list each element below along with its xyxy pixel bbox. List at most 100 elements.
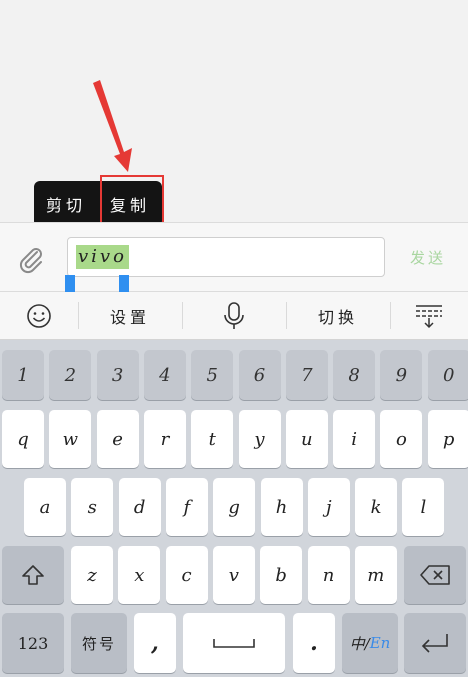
key-b[interactable]: b <box>260 546 303 604</box>
numeric-switch-key[interactable]: 123 <box>2 613 64 673</box>
key-x-label: x <box>134 564 145 586</box>
keyboard-collapse-icon <box>416 304 442 328</box>
enter-icon <box>421 634 448 653</box>
key-r-label: r <box>160 428 170 450</box>
space-key[interactable] <box>183 613 285 673</box>
key-7[interactable]: 7 <box>285 350 328 400</box>
key-f-label: f <box>183 496 191 518</box>
key-g-label: g <box>228 496 240 518</box>
key-d-label: d <box>133 496 146 518</box>
key-r[interactable]: r <box>143 410 186 468</box>
cut-button[interactable]: 剪切 <box>34 181 98 227</box>
key-0-label: 0 <box>442 364 455 386</box>
key-j-label: j <box>326 496 332 518</box>
key-l-label: l <box>420 496 427 518</box>
key-8-label: 8 <box>348 364 360 386</box>
key-l[interactable]: l <box>402 478 445 536</box>
key-4[interactable]: 4 <box>143 350 186 400</box>
key-m-label: m <box>367 564 385 586</box>
key-f[interactable]: f <box>165 478 208 536</box>
key-t-label: t <box>208 428 216 450</box>
key-3[interactable]: 3 <box>96 350 139 400</box>
key-v[interactable]: v <box>212 546 255 604</box>
key-v-label: v <box>228 564 239 586</box>
backspace-icon <box>420 565 450 585</box>
key-i[interactable]: i <box>333 410 376 468</box>
settings-button[interactable]: 设置 <box>78 292 182 339</box>
key-g[interactable]: g <box>213 478 256 536</box>
key-6-label: 6 <box>253 364 266 386</box>
key-u-label: u <box>301 428 313 450</box>
key-k[interactable]: k <box>355 478 398 536</box>
key-n[interactable]: n <box>307 546 350 604</box>
key-a-label: a <box>39 496 51 518</box>
symbols-key-label: 符号 <box>81 634 116 653</box>
key-x[interactable]: x <box>118 546 161 604</box>
copy-highlight-box <box>100 175 164 228</box>
key-d[interactable]: d <box>118 478 161 536</box>
language-switch-key[interactable]: 中/En <box>342 613 398 673</box>
enter-key[interactable] <box>404 613 466 673</box>
key-8[interactable]: 8 <box>333 350 376 400</box>
key-c[interactable]: c <box>165 546 208 604</box>
key-6[interactable]: 6 <box>238 350 281 400</box>
key-p-label: p <box>442 428 455 450</box>
key-q-label: q <box>17 428 29 450</box>
period-key-label: . <box>310 630 318 656</box>
key-3-label: 3 <box>111 364 124 386</box>
selected-text[interactable]: vivo <box>76 245 129 269</box>
key-h-label: h <box>275 496 288 518</box>
key-c-label: c <box>181 564 192 586</box>
key-y[interactable]: y <box>238 410 281 468</box>
microphone-icon <box>224 301 244 329</box>
key-5[interactable]: 5 <box>191 350 234 400</box>
emoji-button[interactable] <box>0 292 78 339</box>
key-e[interactable]: e <box>96 410 139 468</box>
key-m[interactable]: m <box>354 546 397 604</box>
space-icon <box>213 639 255 648</box>
key-a[interactable]: a <box>24 478 66 536</box>
language-en-label: En <box>369 634 391 652</box>
key-s[interactable]: s <box>71 478 114 536</box>
key-u[interactable]: u <box>285 410 328 468</box>
language-switch-key-label: 中/ <box>349 634 370 653</box>
collapse-keyboard-button[interactable] <box>390 292 468 339</box>
key-z[interactable]: z <box>71 546 113 604</box>
paperclip-icon[interactable] <box>16 245 46 275</box>
key-h[interactable]: h <box>260 478 303 536</box>
key-1-label: 1 <box>17 364 29 386</box>
comma-key[interactable]: , <box>134 613 176 673</box>
key-o-label: o <box>395 428 407 450</box>
keyboard-toolbar: 设置 切换 <box>0 292 468 340</box>
key-y-label: y <box>254 428 265 450</box>
comma-key-label: , <box>151 630 159 656</box>
voice-input-button[interactable] <box>182 292 286 339</box>
key-q[interactable]: q <box>2 410 44 468</box>
symbols-key[interactable]: 符号 <box>71 613 127 673</box>
key-t[interactable]: t <box>191 410 234 468</box>
key-2[interactable]: 2 <box>49 350 92 400</box>
key-2-label: 2 <box>64 364 77 386</box>
key-4-label: 4 <box>159 364 171 386</box>
key-9-label: 9 <box>395 364 408 386</box>
key-p[interactable]: p <box>427 410 468 468</box>
key-0[interactable]: 0 <box>427 350 468 400</box>
numeric-switch-key-label: 123 <box>17 633 49 653</box>
key-o[interactable]: o <box>380 410 423 468</box>
key-5-label: 5 <box>206 364 218 386</box>
backspace-key[interactable] <box>404 546 466 604</box>
key-n-label: n <box>322 564 335 586</box>
message-input[interactable]: vivo <box>67 237 385 277</box>
key-s-label: s <box>87 496 97 518</box>
keyboard: 1 2 3 4 5 6 7 8 9 0 q w e r t y u i o p a s d f g h j k l z x c v b n m 123 符… <box>0 340 468 677</box>
shift-icon <box>22 565 44 585</box>
shift-key[interactable] <box>2 546 64 604</box>
key-1[interactable]: 1 <box>2 350 44 400</box>
key-w[interactable]: w <box>49 410 92 468</box>
switch-button[interactable]: 切换 <box>286 292 390 339</box>
key-9[interactable]: 9 <box>380 350 423 400</box>
period-key[interactable]: . <box>293 613 335 673</box>
key-j[interactable]: j <box>307 478 350 536</box>
send-button[interactable]: 发送 <box>410 247 446 268</box>
key-e-label: e <box>112 428 123 450</box>
